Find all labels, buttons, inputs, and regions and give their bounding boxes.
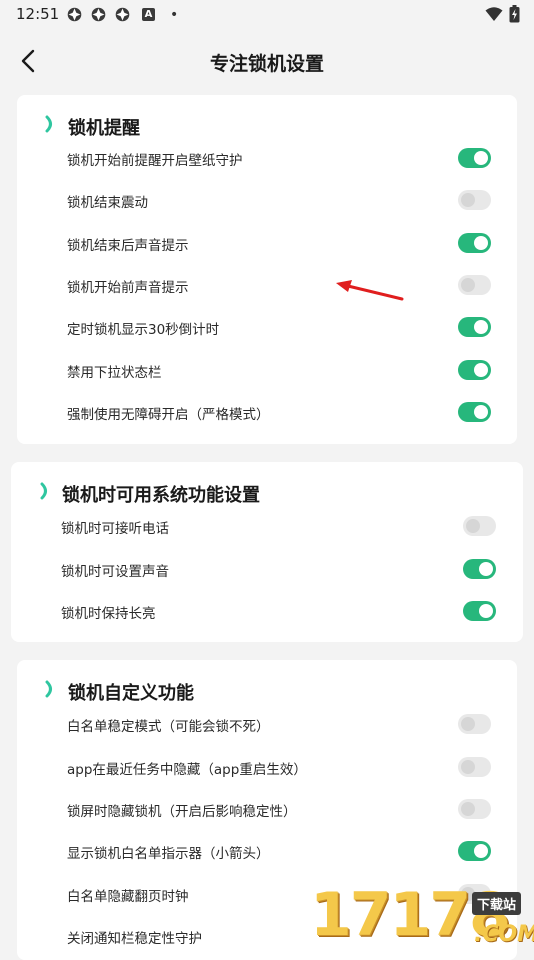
setting-row: 锁机时保持长亮 xyxy=(11,590,523,632)
setting-row: 强制使用无障碍开启（严格模式） xyxy=(17,391,517,433)
toggle-knob xyxy=(474,363,488,377)
setting-toggle[interactable] xyxy=(463,559,496,579)
status-notification-icons: A • xyxy=(66,6,178,23)
setting-label: 锁屏时隐藏锁机（开启后影响稳定性） xyxy=(67,804,297,820)
setting-row: 锁机结束后声音提示 xyxy=(17,222,517,264)
status-time: 12:51 xyxy=(16,5,60,23)
watermark-com: .COM xyxy=(474,922,534,947)
toggle-knob xyxy=(474,320,488,334)
section-card-system-functions: 锁机时可用系统功能设置 锁机时可接听电话 锁机时可设置声音 锁机时保持长亮 xyxy=(11,462,523,642)
toggle-knob xyxy=(474,236,488,250)
section-accent-icon xyxy=(45,115,52,133)
section-accent-icon xyxy=(45,680,52,698)
setting-label: 关闭通知栏稳定性守护 xyxy=(67,931,202,947)
setting-row: 锁机开始前提醒开启壁纸守护 xyxy=(17,137,517,179)
setting-label: 锁机时可设置声音 xyxy=(61,564,169,580)
toggle-knob xyxy=(461,717,475,731)
setting-toggle[interactable] xyxy=(458,841,491,861)
letter-notification-icon: A xyxy=(142,8,155,21)
setting-toggle[interactable] xyxy=(458,799,491,819)
setting-label: 强制使用无障碍开启（严格模式） xyxy=(67,407,270,423)
wifi-icon xyxy=(485,7,503,21)
setting-row: 禁用下拉状态栏 xyxy=(17,349,517,391)
setting-toggle[interactable] xyxy=(458,233,491,253)
toggle-knob xyxy=(466,519,480,533)
setting-toggle[interactable] xyxy=(458,148,491,168)
setting-row: 锁机时可接听电话 xyxy=(11,505,523,547)
app-notification-icon xyxy=(67,7,82,22)
toggle-knob xyxy=(474,151,488,165)
setting-toggle[interactable] xyxy=(463,601,496,621)
setting-row: 定时锁机显示30秒倒计时 xyxy=(17,306,517,348)
toggle-knob xyxy=(479,604,493,618)
setting-row: 锁机开始前声音提示 xyxy=(17,264,517,306)
toggle-knob xyxy=(461,760,475,774)
status-bar: 12:51 A • xyxy=(0,0,534,28)
setting-toggle[interactable] xyxy=(458,275,491,295)
setting-label: 显示锁机白名单指示器（小箭头） xyxy=(67,846,270,862)
toggle-knob xyxy=(474,405,488,419)
setting-label: 锁机开始前声音提示 xyxy=(67,280,189,296)
page-title: 专注锁机设置 xyxy=(209,53,324,75)
setting-label: 锁机时可接听电话 xyxy=(61,521,169,537)
setting-toggle[interactable] xyxy=(458,317,491,337)
setting-toggle[interactable] xyxy=(463,516,496,536)
battery-icon xyxy=(509,5,520,23)
site-watermark-logo: 17178 下载站 .COM xyxy=(310,880,534,950)
toggle-knob xyxy=(474,844,488,858)
header: 专注锁机设置 xyxy=(0,40,534,82)
toggle-knob xyxy=(461,278,475,292)
toggle-knob xyxy=(461,193,475,207)
setting-label: app在最近任务中隐藏（app重启生效） xyxy=(67,762,307,778)
more-dot: • xyxy=(170,6,179,23)
status-right xyxy=(485,5,520,23)
setting-toggle[interactable] xyxy=(458,360,491,380)
setting-row: 锁机结束震动 xyxy=(17,179,517,221)
setting-label: 锁机结束震动 xyxy=(67,195,148,211)
setting-toggle[interactable] xyxy=(458,190,491,210)
setting-label: 禁用下拉状态栏 xyxy=(67,365,162,381)
app-notification-icon xyxy=(91,7,106,22)
red-arrow-annotation-icon xyxy=(336,280,404,301)
setting-label: 锁机时保持长亮 xyxy=(61,606,156,622)
setting-label: 锁机开始前提醒开启壁纸守护 xyxy=(67,153,243,169)
app-notification-icon xyxy=(115,7,130,22)
setting-row: 锁屏时隐藏锁机（开启后影响稳定性） xyxy=(17,788,517,830)
setting-row: 显示锁机白名单指示器（小箭头） xyxy=(17,830,517,872)
setting-row: 锁机时可设置声音 xyxy=(11,548,523,590)
toggle-knob xyxy=(461,802,475,816)
section-title: 锁机时可用系统功能设置 xyxy=(62,485,260,506)
section-card-lock-reminder: 锁机提醒 锁机开始前提醒开启壁纸守护 锁机结束震动 锁机结束后声音提示 锁机开始… xyxy=(17,95,517,444)
section-accent-icon xyxy=(40,482,47,500)
setting-toggle[interactable] xyxy=(458,402,491,422)
setting-label: 定时锁机显示30秒倒计时 xyxy=(67,322,220,338)
setting-label: 白名单隐藏翻页时钟 xyxy=(67,889,189,905)
setting-label: 锁机结束后声音提示 xyxy=(67,238,189,254)
setting-row: 白名单稳定模式（可能会锁不死） xyxy=(17,703,517,745)
toggle-knob xyxy=(479,562,493,576)
setting-toggle[interactable] xyxy=(458,714,491,734)
setting-toggle[interactable] xyxy=(458,757,491,777)
setting-label: 白名单稳定模式（可能会锁不死） xyxy=(67,719,270,735)
section-title: 锁机自定义功能 xyxy=(68,683,194,704)
setting-row: app在最近任务中隐藏（app重启生效） xyxy=(17,746,517,788)
watermark-tag: 下载站 xyxy=(472,892,522,915)
